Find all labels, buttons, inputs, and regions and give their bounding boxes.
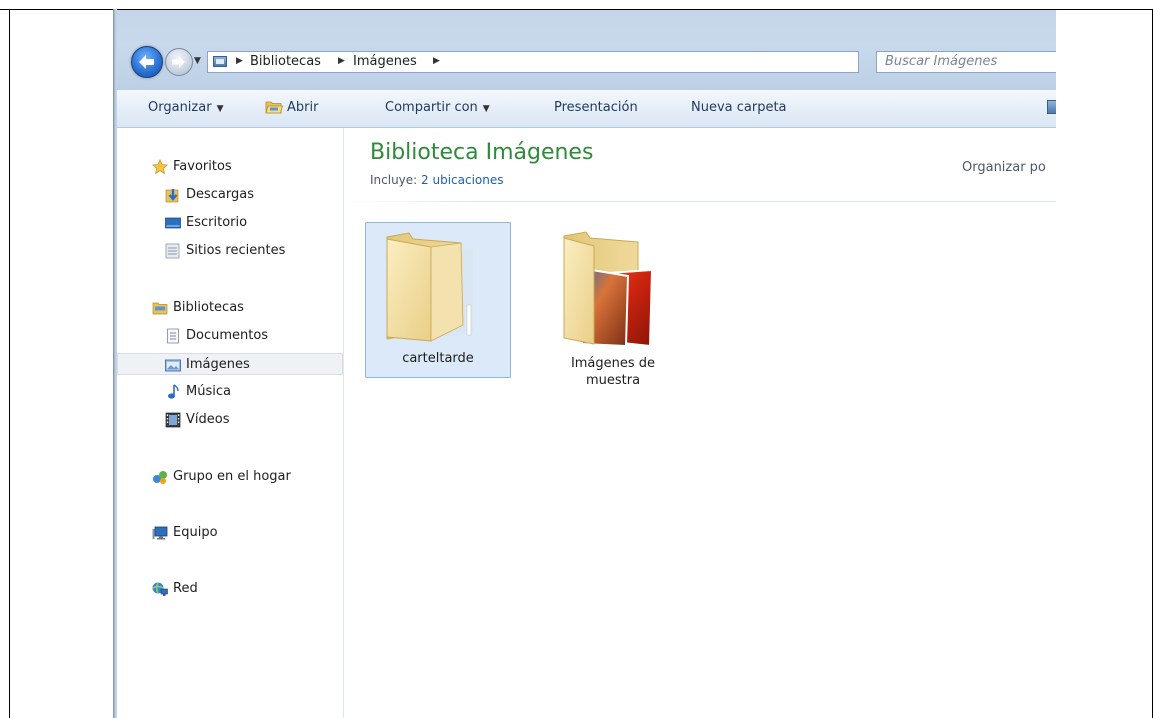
organize-label: Organizar <box>148 100 212 115</box>
arrange-by-button[interactable]: Organizar po <box>962 160 1046 175</box>
sidebar-item-libraries[interactable]: Bibliotecas <box>117 297 343 319</box>
sidebar-item-label: Descargas <box>186 187 255 202</box>
folder-icon <box>386 232 473 342</box>
locations-link[interactable]: 2 ubicaciones <box>421 173 503 187</box>
sidebar-item-homegroup[interactable]: Grupo en el hogar <box>117 466 343 488</box>
folder-name-line1: Imágenes de <box>570 356 656 371</box>
open-button[interactable]: Abrir <box>287 100 318 115</box>
command-bar: Organizar ▼ Abrir Compartir con ▼ Presenta… <box>117 90 1056 128</box>
recent-pages-dropdown-icon[interactable]: ▼ <box>194 56 204 66</box>
breadcrumb-chevron-icon[interactable]: ▶ <box>338 56 345 66</box>
sidebar-item-favorites[interactable]: Favoritos <box>117 156 343 178</box>
desktop-icon <box>165 217 181 229</box>
sidebar-item-pictures[interactable]: Imágenes <box>117 353 343 375</box>
computer-icon <box>152 526 168 540</box>
breadcrumb-chevron-icon[interactable]: ▶ <box>236 56 243 66</box>
sidebar-item-computer[interactable]: Equipo <box>117 522 343 544</box>
breadcrumb-chevron-icon[interactable]: ▶ <box>433 56 440 66</box>
pictures-library-icon <box>213 56 227 67</box>
includes-label: Incluye: <box>370 173 418 187</box>
folder-icon <box>563 231 654 348</box>
folder-item-sample-pictures[interactable]: Imágenes de muestra <box>540 222 686 398</box>
sidebar-item-label: Grupo en el hogar <box>173 469 291 484</box>
star-icon <box>152 159 168 175</box>
new-folder-button[interactable]: Nueva carpeta <box>691 100 787 115</box>
sidebar-item-label: Equipo <box>173 525 218 540</box>
libraries-icon <box>152 302 168 315</box>
library-includes: Incluye: 2 ubicaciones <box>370 173 504 187</box>
sidebar-item-desktop[interactable]: Escritorio <box>117 212 343 234</box>
sidebar-item-label: Vídeos <box>186 412 230 427</box>
sidebar-item-label: Favoritos <box>173 159 232 174</box>
open-folder-icon <box>265 101 283 114</box>
sidebar-item-music[interactable]: Música <box>117 381 343 403</box>
forward-button[interactable] <box>165 48 193 76</box>
page-title: Biblioteca Imágenes <box>370 140 594 165</box>
content-pane: Biblioteca Imágenes Incluye: 2 ubicacion… <box>344 128 1056 718</box>
sidebar-item-downloads[interactable]: Descargas <box>117 184 343 206</box>
sidebar-item-label: Música <box>186 384 231 399</box>
folder-name: carteltarde <box>402 351 474 366</box>
network-icon <box>152 582 168 596</box>
slideshow-button[interactable]: Presentación <box>554 100 638 115</box>
forward-arrow-icon <box>172 56 185 68</box>
sidebar-item-documents[interactable]: Documentos <box>117 325 343 347</box>
sidebar-item-label: Documentos <box>186 328 269 343</box>
search-input[interactable]: Buscar Imágenes <box>876 51 1056 73</box>
organize-button[interactable]: Organizar ▼ <box>148 100 223 115</box>
chevron-down-icon: ▼ <box>216 104 224 114</box>
sidebar-item-label: Escritorio <box>186 215 248 230</box>
navigation-bar: ▼ ▶ Bibliotecas ▶ Imágenes ▶ ▼ Buscar Im… <box>117 10 1056 90</box>
sidebar-item-label: Bibliotecas <box>173 300 244 315</box>
search-placeholder: Buscar Imágenes <box>885 54 998 69</box>
videos-icon <box>165 412 181 428</box>
sidebar-item-network[interactable]: Red <box>117 578 343 600</box>
sidebar-item-recent-places[interactable]: Sitios recientes <box>117 240 343 262</box>
downloads-icon <box>165 189 179 203</box>
breadcrumb-libraries[interactable]: Bibliotecas <box>250 54 321 69</box>
sidebar-item-videos[interactable]: Vídeos <box>117 409 343 431</box>
address-bar[interactable]: ▶ Bibliotecas ▶ Imágenes ▶ ▼ <box>207 51 945 73</box>
pictures-icon <box>165 359 181 372</box>
back-button[interactable] <box>131 46 163 78</box>
breadcrumb-pictures[interactable]: Imágenes <box>353 54 417 69</box>
folder-item-carteltarde[interactable]: carteltarde <box>365 222 511 378</box>
music-icon <box>168 384 179 399</box>
page-border-left <box>9 9 10 718</box>
header-divider <box>344 201 1056 202</box>
share-with-button[interactable]: Compartir con ▼ <box>385 100 490 115</box>
folder-name-line2: muestra <box>585 373 641 388</box>
chevron-down-icon: ▼ <box>482 104 490 114</box>
navigation-pane: Favoritos Descargas Escritorio Sitios re… <box>117 128 344 718</box>
change-view-icon[interactable] <box>1047 100 1056 114</box>
sidebar-item-label: Imágenes <box>186 357 250 372</box>
share-with-label: Compartir con <box>385 100 478 115</box>
homegroup-icon <box>153 471 167 484</box>
back-arrow-icon <box>139 55 154 69</box>
explorer-window: ▼ ▶ Bibliotecas ▶ Imágenes ▶ ▼ Buscar Im… <box>117 10 1056 718</box>
sidebar-item-label: Red <box>173 581 198 596</box>
documents-icon <box>167 328 179 344</box>
sidebar-item-label: Sitios recientes <box>186 243 286 258</box>
recent-places-icon <box>165 243 180 259</box>
